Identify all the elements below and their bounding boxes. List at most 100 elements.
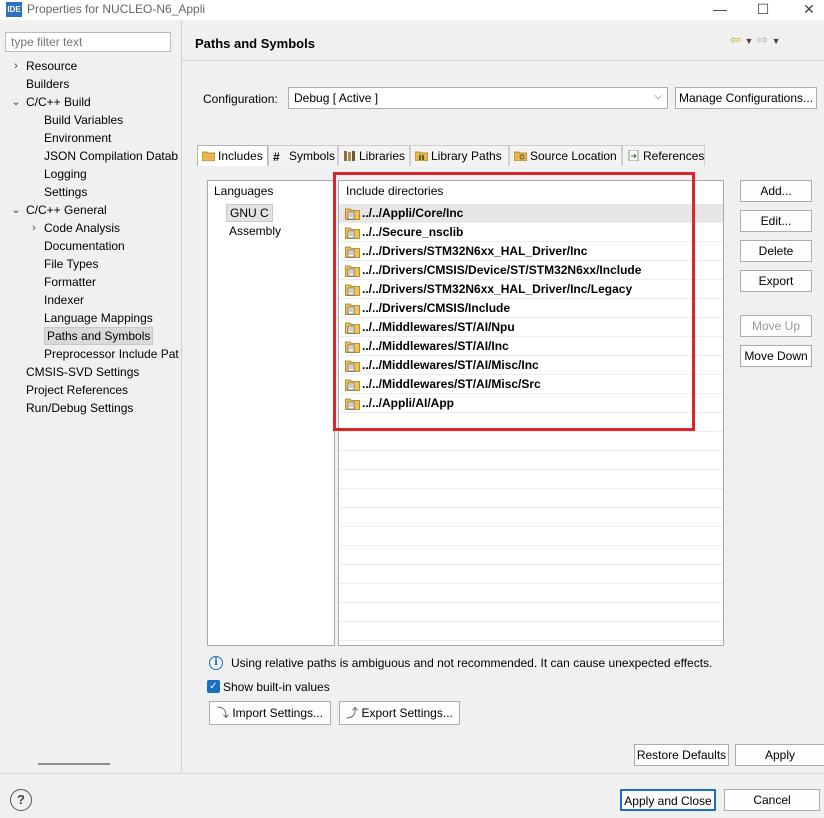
library-icon <box>344 151 355 161</box>
export-settings-label: Export Settings... <box>361 706 453 720</box>
add-button[interactable]: Add... <box>740 180 812 202</box>
empty-table-row <box>339 508 723 527</box>
maximize-button[interactable]: ☐ <box>743 0 783 20</box>
import-settings-button[interactable]: ⤵ Import Settings... <box>209 701 331 725</box>
tree-item[interactable]: Preprocessor Include Pat <box>0 345 180 363</box>
empty-table-row <box>339 546 723 565</box>
configuration-value: Debug [ Active ] <box>294 91 379 105</box>
tree-item[interactable]: Paths and Symbols <box>0 327 180 345</box>
chevron-right-icon[interactable]: › <box>10 57 22 75</box>
languages-list: Languages GNU C Assembly <box>207 180 335 646</box>
empty-table-row <box>339 584 723 603</box>
empty-table-row <box>339 622 723 641</box>
tree-item[interactable]: ⌄ C/C++ Build <box>0 93 180 111</box>
tree-item[interactable]: Logging <box>0 165 180 183</box>
horizontal-scrollbar-thumb[interactable] <box>38 763 110 765</box>
tab-includes[interactable]: Includes <box>197 145 268 166</box>
tab-references-label: References <box>643 149 705 163</box>
restore-defaults-button[interactable]: Restore Defaults <box>634 744 729 766</box>
minimize-button[interactable]: — <box>700 0 740 20</box>
tree-item[interactable]: Documentation <box>0 237 180 255</box>
tree-item-label: Formatter <box>44 275 97 289</box>
tab-symbols[interactable]: # Symbols <box>268 145 338 166</box>
filter-input[interactable] <box>5 32 171 52</box>
sash-divider[interactable] <box>181 20 182 772</box>
delete-button[interactable]: Delete <box>740 240 812 262</box>
hash-icon: # <box>273 150 280 164</box>
info-text: Using relative paths is ambiguous and no… <box>231 656 713 670</box>
export-icon: ⤴ <box>346 706 359 720</box>
folder-include-icon <box>202 151 215 161</box>
ide-app-icon: IDE <box>6 2 22 17</box>
tree-item-label: File Types <box>44 257 99 271</box>
export-settings-button[interactable]: ⤴ Export Settings... <box>339 701 460 725</box>
window-title: Properties for NUCLEO-N6_Appli <box>27 2 206 16</box>
move-down-button[interactable]: Move Down <box>740 345 812 367</box>
apply-and-close-button[interactable]: Apply and Close <box>620 789 716 811</box>
empty-table-row <box>339 527 723 546</box>
tree-item-label: Resource <box>26 59 78 73</box>
tree-item-label: Indexer <box>44 293 85 307</box>
configuration-label: Configuration: <box>203 92 278 106</box>
tree-item[interactable]: Project References <box>0 381 180 399</box>
chevron-down-icon[interactable]: ⌄ <box>10 93 22 111</box>
chevron-right-icon[interactable]: › <box>28 219 40 237</box>
tree-item-label: Preprocessor Include Pat <box>44 347 179 361</box>
tree-item[interactable]: Run/Debug Settings <box>0 399 180 417</box>
empty-table-row <box>339 451 723 470</box>
tree-item-label: Paths and Symbols <box>44 327 154 345</box>
tab-source-location[interactable]: Source Location <box>509 145 622 166</box>
reference-icon <box>628 150 639 161</box>
configuration-select[interactable]: Debug [ Active ] ⌵ <box>288 87 668 109</box>
tree-item[interactable]: Indexer <box>0 291 180 309</box>
back-arrow-icon[interactable]: ⇦ <box>730 32 741 47</box>
tab-libraries[interactable]: Libraries <box>338 145 410 166</box>
tab-library-paths[interactable]: Library Paths <box>410 145 509 166</box>
manage-configurations-button[interactable]: Manage Configurations... <box>675 87 817 109</box>
tab-library-paths-label: Library Paths <box>431 149 502 163</box>
show-builtin-label: Show built-in values <box>223 680 330 694</box>
tree-item[interactable]: Settings <box>0 183 180 201</box>
tree-item[interactable]: File Types <box>0 255 180 273</box>
empty-table-row <box>339 489 723 508</box>
property-tree: › Resource Builders ⌄ C/C++ Build Build Varia… <box>0 57 180 417</box>
language-item[interactable]: GNU C <box>226 204 273 222</box>
cancel-button[interactable]: Cancel <box>724 789 820 811</box>
tab-references[interactable]: References <box>622 145 705 166</box>
back-dropdown-icon[interactable]: ▼ <box>745 36 754 46</box>
language-item[interactable]: Assembly <box>226 223 284 239</box>
tab-libraries-label: Libraries <box>359 149 406 163</box>
import-icon: ⤵ <box>216 706 229 720</box>
move-up-button[interactable]: Move Up <box>740 315 812 337</box>
tree-item[interactable]: › Resource <box>0 57 180 75</box>
apply-button[interactable]: Apply <box>735 744 824 766</box>
tree-item[interactable]: ⌄ C/C++ General <box>0 201 180 219</box>
tree-item-label: JSON Compilation Datab <box>44 149 179 163</box>
tree-item-label: Logging <box>44 167 87 181</box>
forward-arrow-icon[interactable]: ⇨ <box>757 32 768 47</box>
tree-item[interactable]: Build Variables <box>0 111 180 129</box>
help-icon[interactable]: ? <box>10 789 32 811</box>
view-menu-icon[interactable]: ▼ <box>772 36 781 46</box>
tree-item-label: Environment <box>44 131 112 145</box>
tab-includes-label: Includes <box>218 149 263 163</box>
empty-table-row <box>339 470 723 489</box>
tree-item-label: Language Mappings <box>44 311 153 325</box>
empty-table-row <box>339 432 723 451</box>
tree-item[interactable]: Builders <box>0 75 180 93</box>
tree-item[interactable]: Formatter <box>0 273 180 291</box>
tree-item[interactable]: JSON Compilation Datab <box>0 147 180 165</box>
show-builtin-checkbox[interactable]: ✓ <box>207 680 220 693</box>
close-button[interactable]: ✕ <box>789 0 824 20</box>
red-highlight-box <box>333 172 695 431</box>
tree-item-label: C/C++ Build <box>26 95 91 109</box>
chevron-down-icon[interactable]: ⌄ <box>10 201 22 219</box>
tree-item[interactable]: › Code Analysis <box>0 219 180 237</box>
chevron-down-icon: ⌵ <box>654 91 662 102</box>
tree-item[interactable]: CMSIS-SVD Settings <box>0 363 180 381</box>
edit-button[interactable]: Edit... <box>740 210 812 232</box>
export-button[interactable]: Export <box>740 270 812 292</box>
tree-item[interactable]: Environment <box>0 129 180 147</box>
tree-item[interactable]: Language Mappings <box>0 309 180 327</box>
info-icon: i <box>209 656 223 670</box>
